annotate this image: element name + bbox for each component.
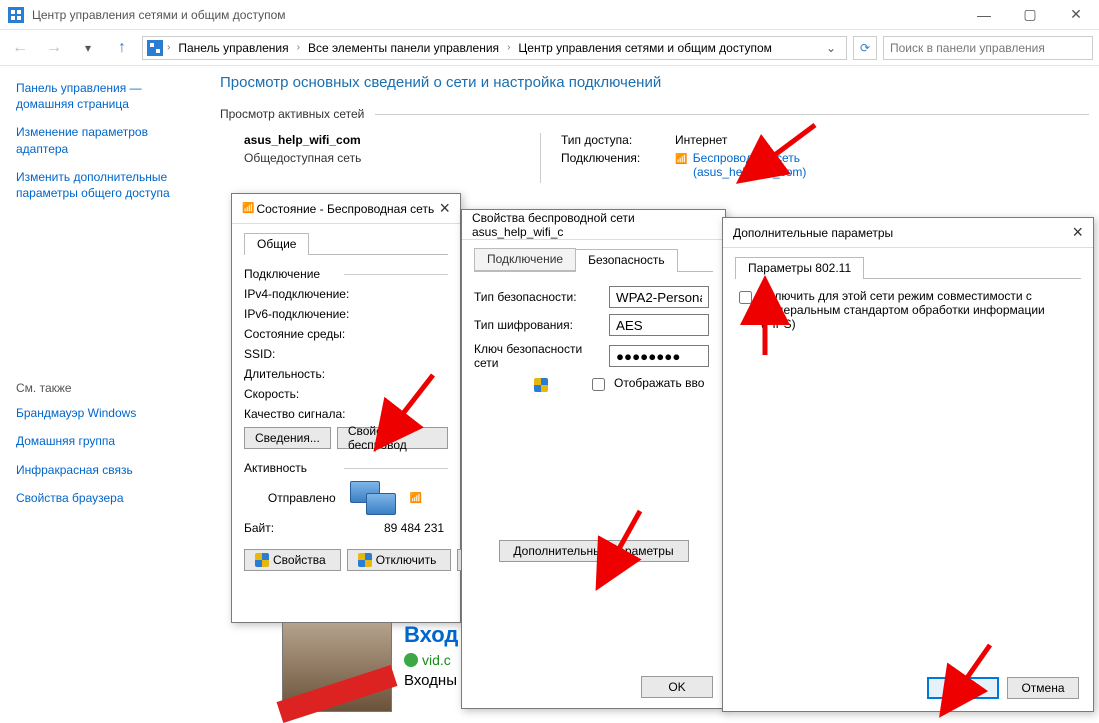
connection-link[interactable]: Беспроводная сеть [693,151,800,165]
recent-dropdown[interactable]: ▾ [74,34,102,62]
ad-text: Входны [404,672,458,689]
ad-image[interactable] [282,622,392,712]
fips-checkbox[interactable]: Включить для этой сети режим совместимос… [735,289,1081,331]
show-chars-checkbox[interactable]: Отображать вво [588,376,704,394]
close-icon[interactable]: × [439,198,450,219]
network-center-icon [8,7,24,23]
see-also-homegroup[interactable]: Домашняя группа [16,433,194,449]
shield-icon [255,553,269,567]
ok-button[interactable]: OK [927,677,999,699]
shield-icon [534,378,548,392]
search-input[interactable]: Поиск в панели управления [883,36,1093,60]
activity-group-label: Активность [244,461,307,475]
status-dialog-title: 📶 Состояние - Беспроводная сеть × [232,194,460,224]
network-center-icon [147,40,163,56]
access-type-value: Интернет [675,133,727,147]
properties-button[interactable]: Свойства [244,549,341,571]
encryption-select[interactable] [609,314,709,336]
wifi-signal-icon: 📶 [410,493,422,504]
wireless-properties-button[interactable]: Свойства беспровод [337,427,448,449]
breadcrumb-root[interactable]: Панель управления [174,41,292,55]
minimize-button[interactable]: — [961,0,1007,29]
security-type-select[interactable] [609,286,709,308]
active-networks-heading: Просмотр активных сетей [220,107,1089,121]
sidebar-link-sharing[interactable]: Изменить дополнительные параметры общего… [16,169,194,201]
ipv6-label: IPv6-подключение: [244,307,384,321]
encryption-label: Тип шифрования: [474,318,609,332]
signal-label: Качество сигнала: [244,407,384,421]
connection-group-label: Подключение [244,267,320,281]
wprops-title-text: Свойства беспроводной сети asus_help_wif… [472,211,715,239]
ad-block: Вход vid.c Входны [282,622,458,712]
disconnect-button[interactable]: Отключить [347,549,452,571]
wifi-signal-icon: 📶 [242,203,254,214]
security-type-label: Тип безопасности: [474,290,609,304]
titlebar: Центр управления сетями и общим доступом… [0,0,1099,30]
cancel-button[interactable]: Отмена [1007,677,1079,699]
security-key-input[interactable] [609,345,709,367]
wprops-title: Свойства беспроводной сети asus_help_wif… [462,210,725,240]
chevron-right-icon: › [167,42,170,53]
shield-icon [358,553,372,567]
activity-icon [350,481,396,515]
duration-label: Длительность: [244,367,384,381]
window-title: Центр управления сетями и общим доступом [32,8,961,22]
wifi-signal-icon: 📶 [675,154,687,165]
connections-label: Подключения: [561,151,661,179]
chevron-right-icon: › [297,42,300,53]
fips-label: Включить для этой сети режим совместимос… [761,289,1081,331]
status-title-text: Состояние - Беспроводная сеть [256,202,434,216]
window-controls: — ▢ ✕ [961,0,1099,29]
see-also-heading: См. также [16,381,194,395]
see-also-browser[interactable]: Свойства браузера [16,490,194,506]
advanced-params-button[interactable]: Дополнительные параметры [499,540,689,562]
network-name: asus_help_wifi_com [244,133,504,147]
ipv4-label: IPv4-подключение: [244,287,384,301]
sidebar-link-home[interactable]: Панель управления — домашняя страница [16,80,194,112]
maximize-button[interactable]: ▢ [1007,0,1053,29]
tab-80211[interactable]: Параметры 802.11 [735,257,864,279]
up-button[interactable]: ↑ [108,34,136,62]
close-button[interactable]: ✕ [1053,0,1099,29]
tab-security[interactable]: Безопасность [575,249,678,272]
details-button[interactable]: Сведения... [244,427,331,449]
status-dialog: 📶 Состояние - Беспроводная сеть × Общие … [231,193,461,623]
info-icon [404,653,418,667]
wireless-properties-dialog: Свойства беспроводной сети asus_help_wif… [461,209,726,709]
access-type-label: Тип доступа: [561,133,661,147]
page-title: Просмотр основных сведений о сети и наст… [220,74,1089,91]
breadcrumb-leaf[interactable]: Центр управления сетями и общим доступом [514,41,776,55]
path-dropdown[interactable]: ⌄ [820,41,842,55]
ssid-label: SSID: [244,347,384,361]
ok-button[interactable]: OK [641,676,713,698]
sidebar: Панель управления — домашняя страница Из… [0,66,210,713]
tab-connection[interactable]: Подключение [474,248,576,271]
see-also-infrared[interactable]: Инфракрасная связь [16,462,194,478]
ad-domain: vid.c [404,652,458,668]
breadcrumb-path[interactable]: › Панель управления › Все элементы панел… [142,36,847,60]
close-icon[interactable]: × [1072,222,1083,243]
bytes-label: Байт: [244,521,384,535]
forward-button[interactable]: → [40,34,68,62]
ad-headline[interactable]: Вход [404,622,458,648]
sent-label: Отправлено [268,491,336,505]
address-bar: ← → ▾ ↑ › Панель управления › Все элемен… [0,30,1099,66]
breadcrumb-mid[interactable]: Все элементы панели управления [304,41,503,55]
tab-general[interactable]: Общие [244,233,309,255]
refresh-button[interactable]: ⟳ [853,36,877,60]
network-kind: Общедоступная сеть [244,151,504,165]
media-label: Состояние среды: [244,327,384,341]
chevron-right-icon: › [507,42,510,53]
back-button[interactable]: ← [6,34,34,62]
speed-label: Скорость: [244,387,384,401]
see-also-firewall[interactable]: Брандмауэр Windows [16,405,194,421]
sidebar-link-adapter[interactable]: Изменение параметров адаптера [16,124,194,156]
bytes-value: 89 484 231 [384,521,444,535]
connection-sub[interactable]: (asus_help-wifi_com) [693,165,806,179]
security-key-label: Ключ безопасности сети [474,342,609,370]
advanced-params-dialog: Дополнительные параметры × Параметры 802… [722,217,1094,712]
adv-title: Дополнительные параметры × [723,218,1093,248]
adv-title-text: Дополнительные параметры [733,226,893,240]
